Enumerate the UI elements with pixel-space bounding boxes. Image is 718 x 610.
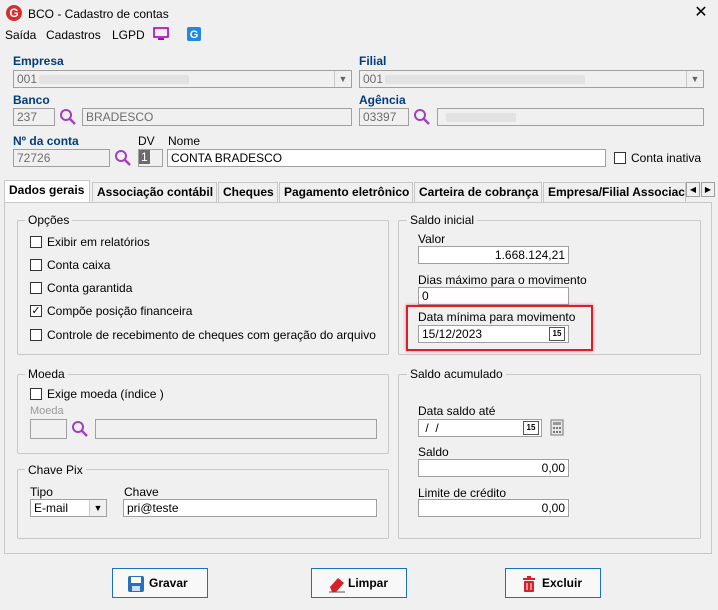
dias-maximo-label: Dias máximo para o movimento bbox=[418, 273, 587, 287]
tab-scroll-right-icon[interactable]: ▶ bbox=[701, 182, 715, 197]
search-icon[interactable] bbox=[413, 108, 431, 126]
agencia-label: Agência bbox=[359, 93, 406, 107]
limite-credito-label: Limite de crédito bbox=[418, 486, 507, 500]
gravar-label: Gravar bbox=[149, 576, 188, 590]
tab-carteira-cobranca[interactable]: Carteira de cobrança bbox=[414, 182, 542, 202]
filial-name-redacted bbox=[385, 75, 585, 84]
exige-moeda-checkbox[interactable] bbox=[30, 388, 42, 400]
tab-scroll-left-icon[interactable]: ◀ bbox=[686, 182, 700, 197]
chevron-down-icon[interactable]: ▼ bbox=[89, 500, 106, 516]
chevron-down-icon[interactable]: ▼ bbox=[334, 71, 351, 87]
close-icon[interactable]: ✕ bbox=[691, 4, 711, 22]
conta-caixa-label: Conta caixa bbox=[47, 258, 111, 272]
filial-select[interactable]: 001 bbox=[359, 70, 704, 88]
filial-label: Filial bbox=[359, 54, 387, 68]
dias-maximo-input[interactable]: 0 bbox=[418, 287, 569, 305]
chave-pix-title: Chave Pix bbox=[25, 463, 86, 477]
calculator-icon[interactable] bbox=[550, 419, 564, 436]
exibir-relatorios-checkbox[interactable] bbox=[30, 236, 42, 248]
conta-inativa-label: Conta inativa bbox=[631, 151, 702, 165]
moeda-title: Moeda bbox=[25, 367, 68, 381]
nome-input[interactable]: CONTA BRADESCO bbox=[167, 149, 606, 167]
data-saldo-label: Data saldo até bbox=[418, 404, 496, 418]
menu-item-cadastros[interactable]: Cadastros bbox=[46, 28, 101, 42]
eraser-icon bbox=[329, 578, 345, 593]
controle-cheques-checkbox[interactable] bbox=[30, 329, 42, 341]
exibir-relatorios-label: Exibir em relatórios bbox=[47, 235, 150, 249]
nome-label: Nome bbox=[168, 134, 201, 148]
excluir-button[interactable]: Excluir bbox=[505, 568, 601, 598]
filial-value: 001 bbox=[363, 72, 384, 86]
compoe-posicao-checkbox[interactable]: ✓ bbox=[30, 305, 42, 317]
agencia-code-input[interactable]: 03397 bbox=[359, 108, 409, 126]
empresa-name-redacted bbox=[39, 75, 189, 84]
empresa-select[interactable]: 001 bbox=[13, 70, 352, 88]
calendar-icon[interactable]: 15 bbox=[523, 421, 539, 435]
gravar-button[interactable]: Gravar bbox=[112, 568, 208, 598]
conta-input[interactable]: 72726 bbox=[13, 149, 110, 167]
chevron-down-icon[interactable]: ▼ bbox=[686, 71, 703, 87]
moeda-code-input[interactable] bbox=[30, 419, 67, 439]
exige-moeda-label: Exige moeda (índice ) bbox=[47, 387, 164, 401]
conta-inativa-checkbox[interactable] bbox=[614, 152, 626, 164]
banco-code-input[interactable]: 237 bbox=[13, 108, 55, 126]
highlight-box bbox=[406, 305, 593, 351]
tipo-label: Tipo bbox=[30, 485, 53, 499]
controle-cheques-label: Controle de recebimento de cheques com g… bbox=[47, 328, 376, 342]
saldo-acumulado-title: Saldo acumulado bbox=[407, 367, 506, 381]
conta-label: Nº da conta bbox=[13, 134, 79, 148]
empresa-label: Empresa bbox=[13, 54, 64, 68]
agencia-name-input bbox=[437, 108, 704, 126]
limpar-button[interactable]: Limpar bbox=[311, 568, 407, 598]
limpar-label: Limpar bbox=[348, 576, 389, 590]
empresa-value: 001 bbox=[17, 72, 38, 86]
dv-label: DV bbox=[138, 134, 155, 148]
limite-credito-input[interactable]: 0,00 bbox=[418, 499, 569, 517]
monitor-icon[interactable] bbox=[153, 27, 169, 41]
dv-input[interactable]: 1 bbox=[138, 149, 163, 167]
moeda-label: Moeda bbox=[30, 405, 64, 417]
compoe-posicao-label: Compõe posição financeira bbox=[47, 304, 193, 318]
chave-input[interactable]: pri@teste bbox=[123, 499, 377, 517]
conta-garantida-label: Conta garantida bbox=[47, 281, 133, 295]
svg-text:G: G bbox=[190, 29, 199, 41]
banco-name-input: BRADESCO bbox=[82, 108, 352, 126]
app-shortcut-icon[interactable]: G bbox=[186, 27, 202, 41]
opcoes-title: Opções bbox=[25, 213, 73, 227]
moeda-name-input bbox=[95, 419, 377, 439]
search-icon[interactable] bbox=[59, 108, 77, 126]
excluir-label: Excluir bbox=[542, 576, 583, 590]
search-icon[interactable] bbox=[71, 420, 89, 438]
app-logo-icon: G bbox=[6, 5, 22, 21]
conta-caixa-checkbox[interactable] bbox=[30, 259, 42, 271]
menu-item-saida[interactable]: Saída bbox=[5, 28, 36, 42]
moeda-group bbox=[17, 374, 389, 454]
agencia-name-redacted bbox=[446, 113, 516, 122]
dv-value: 1 bbox=[139, 150, 150, 164]
saldo-inicial-title: Saldo inicial bbox=[407, 213, 478, 227]
menu-item-lgpd[interactable]: LGPD bbox=[112, 28, 145, 42]
tab-associacao-contabil[interactable]: Associação contábil bbox=[92, 182, 217, 202]
saldo-input[interactable]: 0,00 bbox=[418, 459, 569, 477]
trash-icon bbox=[523, 576, 535, 592]
valor-label: Valor bbox=[418, 232, 446, 246]
chave-label: Chave bbox=[124, 485, 159, 499]
tab-dados-gerais[interactable]: Dados gerais bbox=[4, 180, 90, 203]
conta-garantida-checkbox[interactable] bbox=[30, 282, 42, 294]
window-title: BCO - Cadastro de contas bbox=[28, 7, 169, 21]
saldo-label: Saldo bbox=[418, 445, 449, 459]
valor-input[interactable]: 1.668.124,21 bbox=[418, 246, 569, 264]
banco-label: Banco bbox=[13, 93, 50, 107]
tab-pagamento-eletronico[interactable]: Pagamento eletrônico bbox=[279, 182, 413, 202]
tab-empresa-filial[interactable]: Empresa/Filial Associac bbox=[543, 182, 686, 202]
tab-cheques[interactable]: Cheques bbox=[218, 182, 278, 202]
save-icon bbox=[128, 576, 144, 592]
search-icon[interactable] bbox=[114, 149, 132, 167]
